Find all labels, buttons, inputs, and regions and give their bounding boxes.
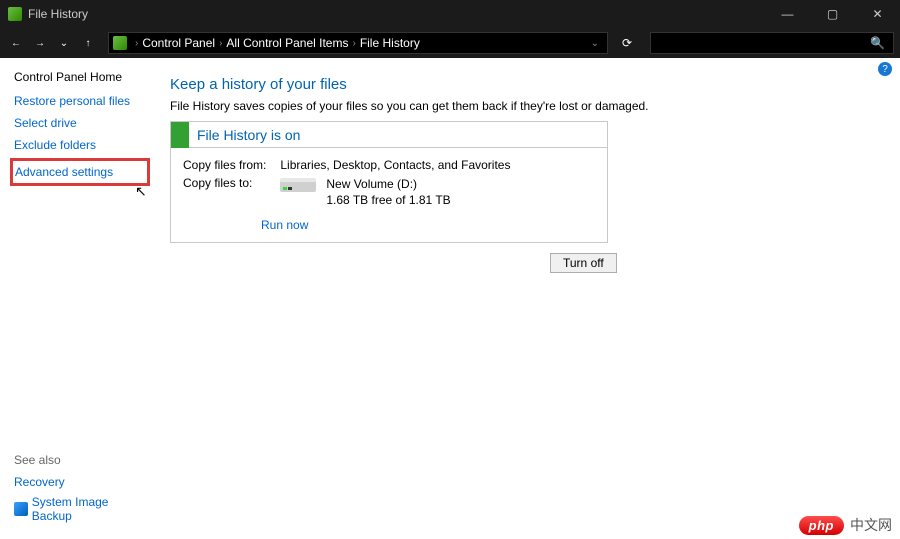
up-button[interactable]: ↑ — [78, 33, 98, 53]
turn-off-button[interactable]: Turn off — [550, 253, 617, 273]
breadcrumb-item-1[interactable]: All Control Panel Items — [226, 36, 348, 50]
page-title: Keep a history of your files — [170, 76, 878, 93]
page-description: File History saves copies of your files … — [170, 99, 878, 113]
titlebar: File History — ▢ ✕ — [0, 0, 900, 28]
watermark: php 中文网 — [799, 515, 892, 535]
search-box[interactable]: 🔍 — [650, 32, 894, 54]
highlight-box: Advanced settings — [10, 158, 150, 186]
minimize-button[interactable]: — — [765, 0, 810, 28]
search-icon: 🔍 — [870, 36, 885, 50]
breadcrumb-sep: › — [133, 38, 140, 49]
sidebar-link-exclude-folders[interactable]: Exclude folders — [14, 138, 150, 152]
window-title: File History — [28, 7, 88, 21]
control-panel-home-link[interactable]: Control Panel Home — [14, 70, 150, 84]
drive-icon — [280, 178, 316, 192]
refresh-button[interactable]: ⟳ — [616, 32, 638, 54]
value-copy-from: Libraries, Desktop, Contacts, and Favori… — [280, 158, 510, 172]
run-now-link[interactable]: Run now — [261, 218, 308, 232]
control-panel-icon — [113, 36, 127, 50]
see-also-label: System Image Backup — [32, 495, 150, 523]
see-also-system-image-backup[interactable]: System Image Backup — [14, 495, 150, 523]
see-also-label: Recovery — [14, 475, 65, 489]
sidebar: Control Panel Home Restore personal file… — [0, 58, 160, 539]
watermark-badge: php — [799, 516, 844, 535]
address-bar[interactable]: › Control Panel › All Control Panel Item… — [108, 32, 608, 54]
breadcrumb-item-2[interactable]: File History — [360, 36, 420, 50]
breadcrumb-sep: › — [350, 38, 357, 49]
main-panel: ? Keep a history of your files File Hist… — [160, 58, 900, 539]
watermark-text: 中文网 — [850, 515, 892, 535]
sidebar-link-select-drive[interactable]: Select drive — [14, 116, 150, 130]
file-history-icon — [8, 7, 22, 21]
backup-icon — [14, 502, 28, 516]
drive-row: New Volume (D:) 1.68 TB free of 1.81 TB — [280, 176, 510, 208]
breadcrumb-item-0[interactable]: Control Panel — [142, 36, 215, 50]
label-copy-from: Copy files from: — [183, 158, 266, 172]
see-also-recovery[interactable]: Recovery — [14, 475, 150, 489]
status-header: File History is on — [171, 122, 607, 148]
close-button[interactable]: ✕ — [855, 0, 900, 28]
breadcrumb-sep: › — [217, 38, 224, 49]
address-dropdown[interactable]: ⌄ — [587, 38, 603, 49]
sidebar-link-advanced-settings[interactable]: Advanced settings — [15, 165, 113, 179]
recent-dropdown[interactable]: ⌄ — [54, 33, 74, 53]
maximize-button[interactable]: ▢ — [810, 0, 855, 28]
drive-space: 1.68 TB free of 1.81 TB — [326, 192, 450, 208]
details-grid: Copy files from: Copy files to: Librarie… — [171, 148, 607, 208]
forward-button[interactable]: → — [30, 33, 50, 53]
see-also-heading: See also — [14, 453, 150, 467]
label-copy-to: Copy files to: — [183, 176, 266, 190]
nav-toolbar: ← → ⌄ ↑ › Control Panel › All Control Pa… — [0, 28, 900, 58]
sidebar-link-restore[interactable]: Restore personal files — [14, 94, 150, 108]
status-on-icon — [171, 122, 189, 148]
status-panel: File History is on Copy files from: Copy… — [170, 121, 608, 243]
content-area: Control Panel Home Restore personal file… — [0, 58, 900, 539]
drive-name: New Volume (D:) — [326, 176, 450, 192]
status-text: File History is on — [197, 127, 300, 143]
help-icon[interactable]: ? — [878, 62, 892, 76]
back-button[interactable]: ← — [6, 33, 26, 53]
